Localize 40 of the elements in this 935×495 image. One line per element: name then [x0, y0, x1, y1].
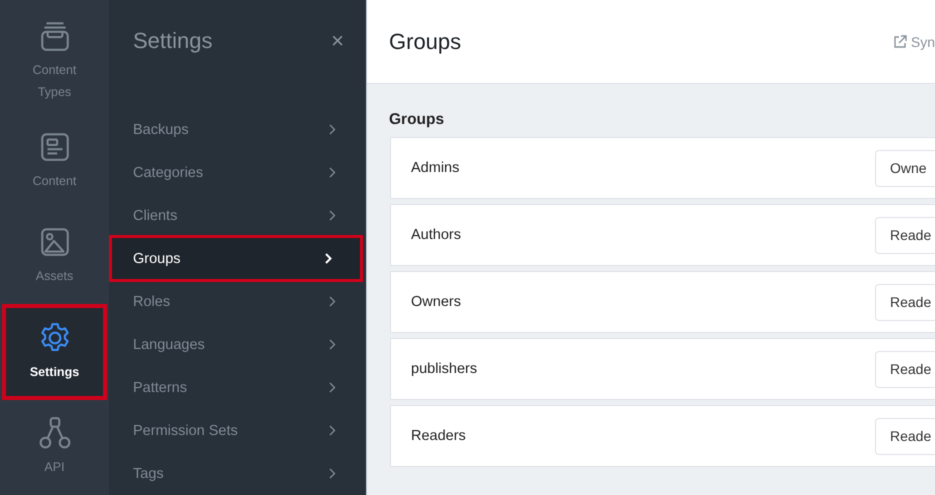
role-dropdown[interactable]: Reade: [875, 284, 935, 320]
group-name: Owners: [411, 294, 461, 310]
group-name: publishers: [411, 361, 478, 377]
panel-title: Settings: [133, 28, 212, 54]
chevron-right-icon: [329, 425, 336, 436]
group-name: Readers: [411, 428, 466, 444]
nav-item[interactable]: Content: [2, 113, 107, 209]
nav-item[interactable]: Assets: [2, 208, 107, 304]
menu-item[interactable]: Permission Sets: [109, 409, 366, 452]
nav-item[interactable]: API: [2, 400, 107, 495]
menu-item[interactable]: Patterns: [109, 366, 366, 409]
role-dropdown[interactable]: Reade: [875, 350, 935, 388]
menu-item[interactable]: Clients: [109, 194, 366, 237]
group-name: Authors: [411, 227, 461, 243]
menu-item[interactable]: Tags: [109, 452, 366, 495]
menu-item[interactable]: Categories: [109, 151, 366, 194]
nav-item[interactable]: Content Types: [2, 0, 107, 114]
chevron-right-icon: [329, 296, 336, 307]
sync-link[interactable]: Syn: [892, 34, 935, 50]
chevron-right-icon: [329, 124, 336, 135]
external-link-icon: [892, 34, 907, 48]
chevron-right-icon: [329, 210, 336, 221]
group-name: Admins: [411, 160, 460, 176]
nav-item[interactable]: Settings: [2, 304, 107, 400]
role-dropdown[interactable]: Reade: [875, 216, 935, 254]
menu-item[interactable]: Groups: [109, 235, 363, 282]
role-dropdown[interactable]: Reade: [875, 418, 935, 454]
menu-item[interactable]: Backups: [109, 108, 366, 151]
chevron-right-icon: [329, 339, 336, 350]
section-title: Groups: [388, 110, 446, 130]
menu-item[interactable]: Languages: [109, 323, 366, 366]
network-icon: [38, 416, 72, 450]
menu-item[interactable]: Roles: [109, 280, 366, 323]
page-title: Groups: [389, 28, 462, 54]
chevron-right-icon: [329, 468, 336, 479]
close-button[interactable]: ×: [331, 28, 344, 54]
chevron-right-icon: [325, 253, 332, 264]
chevron-right-icon: [329, 167, 336, 178]
chevron-right-icon: [329, 382, 336, 393]
role-dropdown[interactable]: Owne: [875, 150, 935, 186]
